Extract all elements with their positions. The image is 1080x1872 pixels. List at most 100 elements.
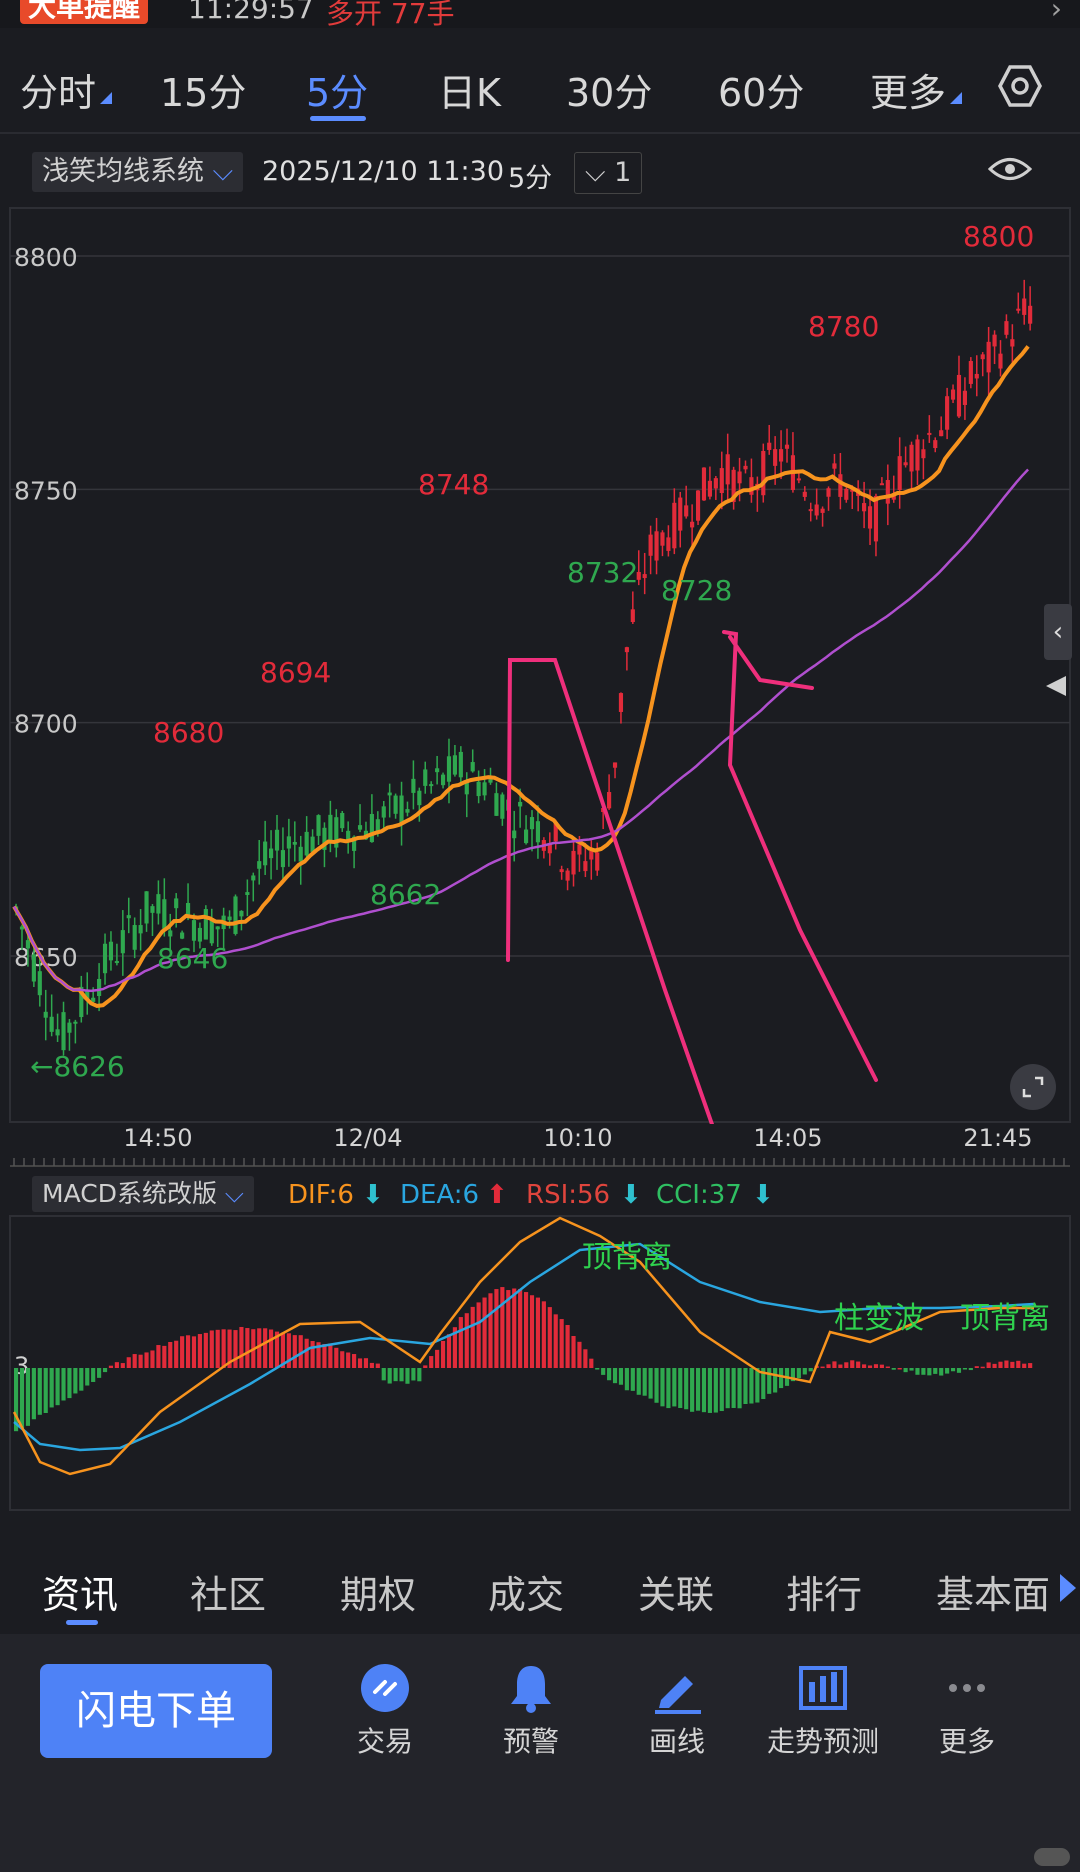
candle-body — [737, 471, 742, 484]
candle-body — [298, 846, 303, 862]
candle-body — [304, 831, 309, 856]
candle-body — [1016, 308, 1021, 311]
candle-body — [719, 468, 724, 494]
candle-body — [962, 390, 967, 405]
low-price-label: 8732 — [567, 556, 638, 589]
tab-ranking[interactable]: 排行 — [786, 1564, 862, 1619]
candle-body — [174, 898, 179, 909]
candle-body — [707, 480, 712, 497]
chevron-down-icon: ⌵ — [585, 157, 606, 188]
macd-histogram-bar — [512, 1288, 517, 1368]
macd-histogram-bar — [589, 1358, 594, 1368]
macd-histogram-bar — [108, 1365, 114, 1368]
macd-histogram-bar — [897, 1367, 902, 1370]
chevron-right-icon[interactable]: › — [1051, 0, 1062, 25]
candle-datetime: 2025/12/10 11:30 — [262, 156, 505, 187]
candle-body — [998, 353, 1003, 369]
macd-histogram-bar — [144, 1352, 149, 1368]
candle-body — [1022, 298, 1027, 315]
period-tab-5m[interactable]: 5分 — [306, 62, 368, 117]
period-tab-more[interactable]: 更多 — [870, 62, 946, 117]
macd-histogram-bar — [73, 1368, 78, 1394]
candle-body — [684, 505, 689, 517]
period-tab-timeshare[interactable]: 分时 — [20, 62, 96, 117]
candle-body — [607, 792, 612, 809]
period-tab-60m[interactable]: 60分 — [718, 62, 804, 117]
time-label: 21:45 — [963, 1124, 1033, 1152]
settings-gear-icon[interactable] — [996, 62, 1044, 110]
trade-action[interactable]: 交易 — [310, 1662, 460, 1760]
tab-fundamentals[interactable]: 基本面 — [936, 1564, 1050, 1619]
tab-related[interactable]: 关联 — [638, 1564, 714, 1619]
candle-body — [191, 920, 197, 941]
period-tab-15m[interactable]: 15分 — [160, 62, 246, 117]
ma-count-selector[interactable]: ⌵ 1 — [574, 152, 643, 194]
alert-action[interactable]: 预警 — [456, 1662, 606, 1760]
tab-trades[interactable]: 成交 — [488, 1564, 564, 1619]
macd-selector[interactable]: MACD系统改版 ⌵ — [32, 1176, 254, 1212]
candle-body — [162, 899, 167, 931]
candle-body — [43, 1011, 48, 1018]
macd-histogram-bar — [737, 1368, 742, 1409]
more-dots-icon — [949, 1684, 985, 1692]
candle-body — [239, 910, 244, 917]
alert-time: 11:29:57 — [188, 0, 314, 25]
macd-histogram-bar — [968, 1368, 973, 1371]
scroll-right-icon[interactable] — [1060, 1574, 1076, 1602]
price-chart[interactable]: 8800875087008650 88008780874886948680873… — [0, 200, 1080, 1124]
more-action[interactable]: 更多 — [892, 1662, 1042, 1760]
draw-line-action[interactable]: 画线 — [602, 1662, 752, 1760]
candle-body — [773, 449, 778, 466]
eye-icon[interactable] — [988, 154, 1032, 184]
candle-body — [61, 1012, 66, 1051]
fullscreen-icon[interactable] — [1010, 1064, 1056, 1110]
forecast-action[interactable]: 走势预测 — [748, 1662, 898, 1760]
macd-histogram-bar — [375, 1363, 380, 1368]
macd-histogram-bar — [126, 1357, 131, 1368]
macd-histogram-bar — [873, 1364, 879, 1368]
macd-histogram-bar — [571, 1335, 576, 1368]
candle-body — [263, 841, 268, 866]
macd-histogram-bar — [67, 1368, 72, 1399]
candle-body — [274, 829, 280, 851]
candle-body — [227, 916, 232, 921]
period-tab-30m[interactable]: 30分 — [566, 62, 652, 117]
candle-body — [476, 781, 481, 797]
candle-body — [867, 506, 873, 529]
candle-body — [832, 463, 837, 469]
candle-body — [417, 790, 422, 806]
macd-histogram-bar — [191, 1336, 197, 1368]
tab-options[interactable]: 期权 — [340, 1564, 416, 1619]
high-price-label: 8694 — [260, 656, 331, 689]
macd-chart[interactable]: 3 顶背离 柱变波 顶背离 — [0, 1212, 1080, 1512]
tab-community[interactable]: 社区 — [190, 1564, 266, 1619]
candle-body — [630, 609, 635, 623]
candle-body — [660, 532, 665, 546]
collapse-panel-handle[interactable]: ‹ — [1044, 604, 1072, 660]
macd-histogram-bar — [352, 1354, 357, 1368]
macd-histogram-bar — [346, 1352, 351, 1368]
hand-drawn-annotation — [506, 658, 715, 1124]
indicator-selector[interactable]: 浅笑均线系统 ⌵ — [32, 152, 244, 192]
macd-histogram-bar — [529, 1295, 535, 1368]
tab-news[interactable]: 资讯 — [42, 1564, 118, 1619]
chevron-down-icon: ⌵ — [224, 1179, 244, 1208]
macd-histogram-bar — [363, 1358, 369, 1368]
candle-body — [583, 861, 588, 872]
candle-body — [784, 444, 790, 449]
big-order-badge[interactable]: 大单提醒 — [20, 0, 149, 24]
macd-histogram-bar — [903, 1368, 908, 1373]
time-scrubber[interactable] — [0, 1156, 1080, 1170]
candle-body — [180, 932, 185, 939]
candle-body — [743, 465, 748, 470]
macd-histogram-bar — [292, 1335, 297, 1368]
lightning-order-button[interactable]: 闪电下单 — [40, 1664, 272, 1758]
macd-histogram-bar — [1028, 1363, 1033, 1368]
macd-histogram-bar — [245, 1328, 250, 1368]
candle-body — [114, 961, 119, 964]
candle-body — [292, 841, 297, 845]
period-tab-day[interactable]: 日K — [438, 62, 501, 117]
macd-histogram-bar — [1004, 1360, 1009, 1368]
macd-histogram-bar — [185, 1335, 191, 1368]
candle-body — [203, 909, 208, 940]
